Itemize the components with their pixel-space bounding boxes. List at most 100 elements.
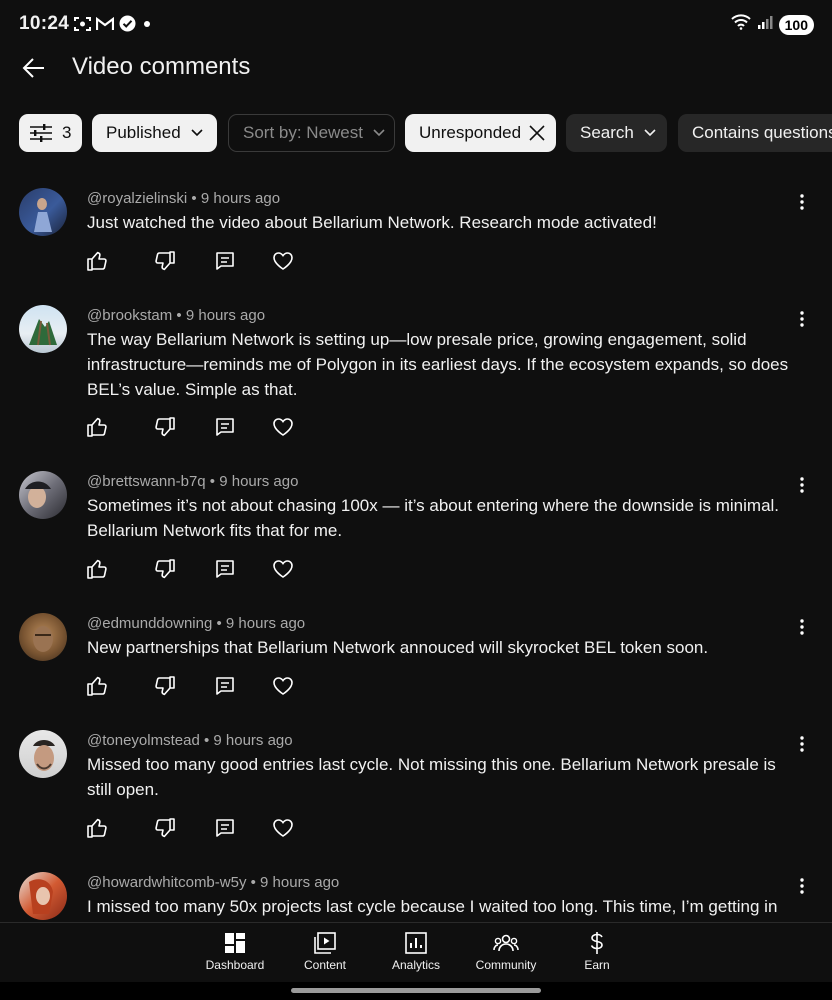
nav-label: Community (475, 958, 537, 972)
comment-author[interactable]: @royalzielinski (87, 190, 187, 207)
community-icon (461, 931, 551, 955)
dot-icon (141, 18, 153, 30)
comment-author[interactable]: @toneyolmstead (87, 732, 200, 749)
comment-meta: @toneyolmstead • 9 hours ago (87, 732, 293, 749)
nav-content[interactable]: Content (280, 931, 370, 972)
nav-dashboard[interactable]: Dashboard (190, 931, 280, 972)
status-notification-icons (74, 15, 153, 32)
content-icon (280, 931, 370, 955)
screenshot-icon (74, 16, 91, 32)
avatar[interactable] (19, 471, 67, 519)
comment-time: 9 hours ago (260, 874, 340, 891)
comment-text: Sometimes it’s not about chasing 100x — … (87, 496, 780, 540)
like-icon[interactable] (86, 675, 108, 697)
heart-icon[interactable] (272, 250, 294, 272)
unresponded-chip[interactable]: Unresponded (405, 114, 556, 152)
close-icon[interactable] (529, 125, 545, 141)
comment-item: @brookstam • 9 hours ago The way Bellari… (0, 294, 832, 460)
contains-questions-label: Contains questions (692, 123, 832, 142)
published-chip[interactable]: Published (92, 114, 217, 152)
signal-icon (757, 14, 773, 35)
comment-actions (86, 675, 316, 699)
comment-meta: @howardwhitcomb-w5y • 9 hours ago (87, 874, 340, 891)
comment-author[interactable]: @howardwhitcomb-w5y (87, 874, 246, 891)
filter-settings-chip[interactable]: 3 (19, 114, 82, 152)
like-icon[interactable] (86, 558, 108, 580)
dislike-icon[interactable] (154, 416, 176, 438)
status-right-icons: 100 (730, 14, 814, 35)
comments-list: @royalzielinski • 9 hours ago Just watch… (0, 178, 832, 922)
nav-label: Dashboard (205, 958, 265, 972)
nav-label: Content (303, 958, 347, 972)
heart-icon[interactable] (272, 675, 294, 697)
search-chip[interactable]: Search (566, 114, 667, 152)
comment-actions (86, 558, 316, 582)
dashboard-icon (190, 931, 280, 955)
sort-chip[interactable]: Sort by: Newest (228, 114, 395, 152)
like-icon[interactable] (86, 416, 108, 438)
comment-text: I missed too many 50x projects last cycl… (87, 897, 778, 916)
avatar[interactable] (19, 730, 67, 778)
dislike-icon[interactable] (154, 817, 176, 839)
reply-icon[interactable] (214, 558, 236, 580)
heart-icon[interactable] (272, 558, 294, 580)
nav-community[interactable]: Community (461, 931, 551, 972)
more-options-icon[interactable] (792, 307, 812, 331)
bottom-nav: Dashboard Content Analytics Community Ea… (0, 922, 832, 983)
comment-meta: @brettswann-b7q • 9 hours ago (87, 473, 299, 490)
comment-time: 9 hours ago (219, 473, 299, 490)
check-badge-icon (119, 15, 136, 32)
nav-earn[interactable]: Earn (552, 931, 642, 972)
avatar[interactable] (19, 188, 67, 236)
comment-actions (86, 817, 316, 841)
system-gesture-bar (0, 982, 832, 1000)
avatar[interactable] (19, 872, 67, 920)
more-options-icon[interactable] (792, 473, 812, 497)
nav-analytics[interactable]: Analytics (371, 931, 461, 972)
app-bar: Video comments (0, 44, 832, 92)
heart-icon[interactable] (272, 416, 294, 438)
avatar[interactable] (19, 305, 67, 353)
comment-item: @royalzielinski • 9 hours ago Just watch… (0, 178, 832, 294)
more-options-icon[interactable] (792, 615, 812, 639)
comment-author[interactable]: @brettswann-b7q (87, 473, 206, 490)
comment-text: New partnerships that Bellarium Network … (87, 638, 709, 657)
reply-icon[interactable] (214, 675, 236, 697)
reply-icon[interactable] (214, 250, 236, 272)
back-arrow-icon[interactable] (18, 50, 54, 86)
comment-author[interactable]: @brookstam (87, 307, 172, 324)
published-label: Published (106, 123, 181, 142)
dislike-icon[interactable] (154, 250, 176, 272)
comment-time: 9 hours ago (185, 307, 266, 324)
sort-label: Sort by: Newest (243, 123, 363, 142)
comment-actions (86, 416, 316, 440)
chevron-down-icon (644, 129, 656, 137)
dislike-icon[interactable] (154, 558, 176, 580)
more-options-icon[interactable] (792, 190, 812, 214)
like-icon[interactable] (86, 250, 108, 272)
comment-time: 9 hours ago (200, 190, 281, 207)
reply-icon[interactable] (214, 416, 236, 438)
comment-text: Just watched the video about Bellarium N… (87, 213, 657, 232)
home-gesture-pill[interactable] (291, 988, 541, 993)
sliders-icon (29, 123, 53, 143)
reply-icon[interactable] (214, 817, 236, 839)
heart-icon[interactable] (272, 817, 294, 839)
comment-text: Missed too many good entries last cycle.… (87, 755, 776, 799)
analytics-icon (371, 931, 461, 955)
comment-author[interactable]: @edmunddowning (87, 615, 212, 632)
comment-meta: @brookstam • 9 hours ago (87, 307, 266, 324)
nav-label: Earn (584, 958, 610, 972)
battery-indicator: 100 (778, 14, 814, 35)
more-options-icon[interactable] (792, 874, 812, 898)
dislike-icon[interactable] (154, 675, 176, 697)
filter-count: 3 (62, 123, 72, 142)
contains-questions-chip[interactable]: Contains questions (678, 114, 832, 152)
avatar[interactable] (19, 613, 67, 661)
comment-time: 9 hours ago (225, 615, 306, 632)
comment-text: The way Bellarium Network is setting up—… (87, 330, 789, 399)
wifi-icon (730, 14, 751, 35)
more-options-icon[interactable] (792, 732, 812, 756)
gmail-icon (96, 16, 114, 31)
like-icon[interactable] (86, 817, 108, 839)
